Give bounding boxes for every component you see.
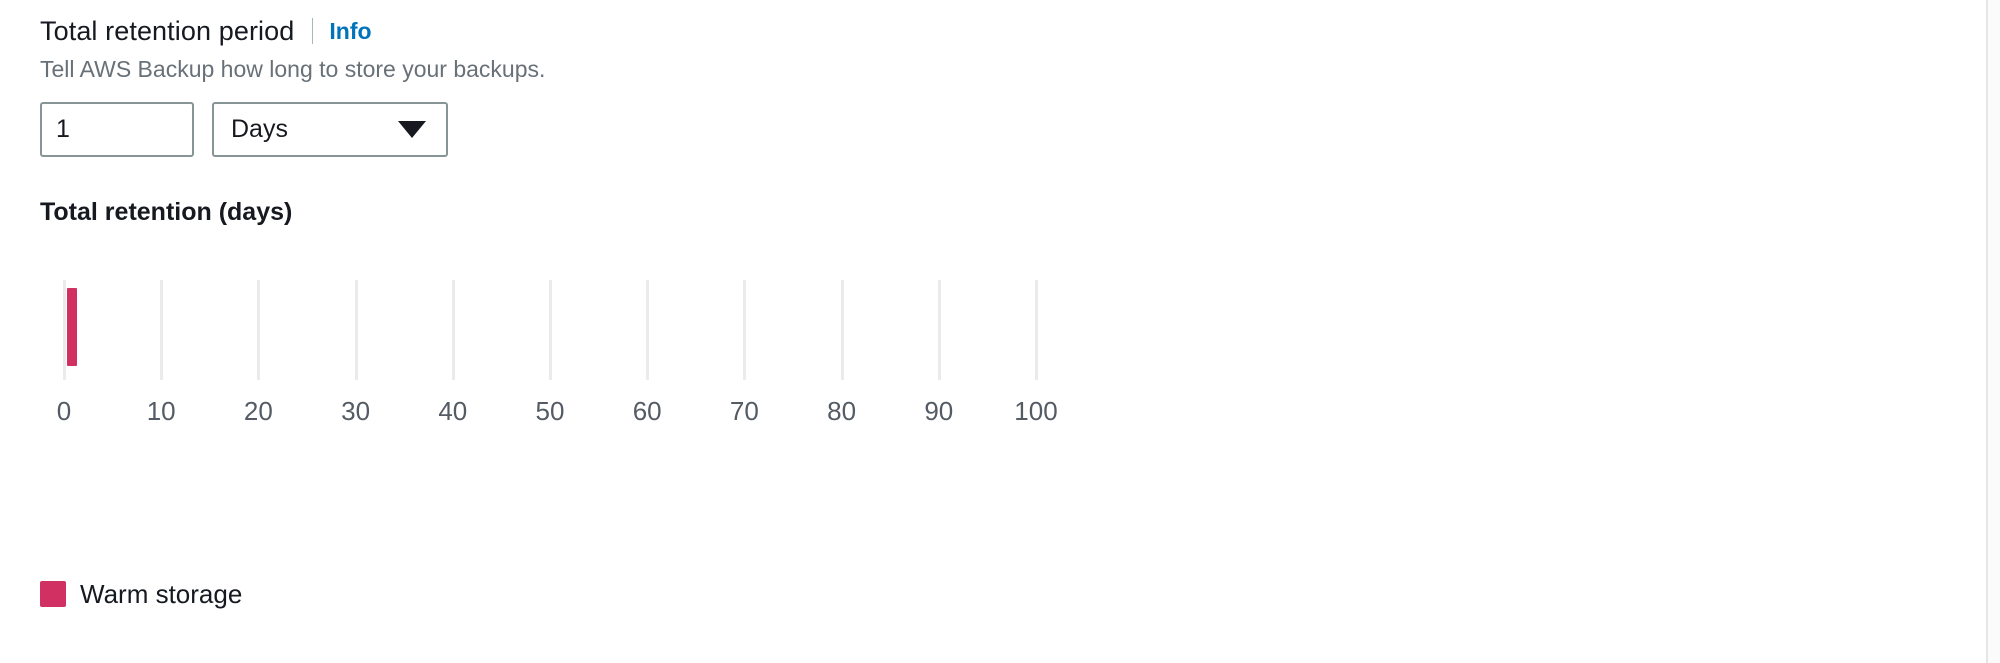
total-retention-chart: Total retention (days) 0 10 20 30 40 50 60 70 80… bbox=[40, 196, 1940, 430]
gridline bbox=[549, 280, 552, 380]
total-retention-period-field: Total retention period Info Tell AWS Bac… bbox=[40, 14, 1940, 157]
x-tick-label: 0 bbox=[56, 396, 72, 426]
legend-label: Warm storage bbox=[80, 579, 243, 609]
gridline bbox=[354, 280, 358, 380]
retention-unit-value: Days bbox=[231, 115, 288, 143]
x-tick-label: 30 bbox=[341, 396, 371, 426]
chart-x-axis-labels: 0 10 20 30 40 50 60 70 80 90 100 bbox=[40, 394, 1058, 430]
x-tick-label: 20 bbox=[243, 396, 273, 426]
gridline bbox=[743, 280, 747, 380]
x-tick-label: 40 bbox=[438, 396, 468, 426]
x-tick-label: 50 bbox=[535, 396, 565, 426]
retention-unit-select-wrapper: Days bbox=[212, 102, 448, 157]
retention-input-row: Days bbox=[40, 102, 1940, 157]
info-link[interactable]: Info bbox=[329, 17, 371, 45]
x-tick-label: 90 bbox=[924, 396, 954, 426]
x-tick-label: 70 bbox=[729, 396, 759, 426]
vertical-scrollbar[interactable] bbox=[1988, 0, 2000, 663]
gridline bbox=[451, 280, 455, 380]
chart-bar bbox=[67, 288, 77, 366]
label-divider bbox=[312, 18, 314, 44]
gridline bbox=[840, 280, 844, 380]
gridline bbox=[646, 280, 650, 380]
field-description: Tell AWS Backup how long to store your b… bbox=[40, 56, 546, 82]
page-title: Total retention period bbox=[40, 16, 295, 46]
chart-plot-area bbox=[40, 280, 1050, 380]
x-tick-label: 100 bbox=[1014, 396, 1058, 426]
gridline bbox=[1035, 280, 1038, 380]
gridline bbox=[937, 280, 941, 380]
chevron-down-icon bbox=[398, 121, 426, 138]
retention-period-panel: Total retention period Info Tell AWS Bac… bbox=[0, 0, 2000, 663]
x-tick-label: 80 bbox=[827, 396, 857, 426]
gridline bbox=[63, 280, 66, 380]
x-tick-label: 60 bbox=[632, 396, 662, 426]
field-label-row: Total retention period Info bbox=[40, 14, 1940, 48]
chart-title: Total retention (days) bbox=[40, 198, 293, 226]
retention-amount-input[interactable] bbox=[40, 102, 194, 157]
gridline bbox=[257, 280, 261, 380]
retention-unit-select[interactable]: Days bbox=[212, 102, 448, 157]
gridline bbox=[160, 280, 164, 380]
chart-legend: Warm storage bbox=[40, 578, 242, 610]
x-tick-label: 10 bbox=[146, 396, 176, 426]
legend-swatch bbox=[40, 581, 66, 607]
